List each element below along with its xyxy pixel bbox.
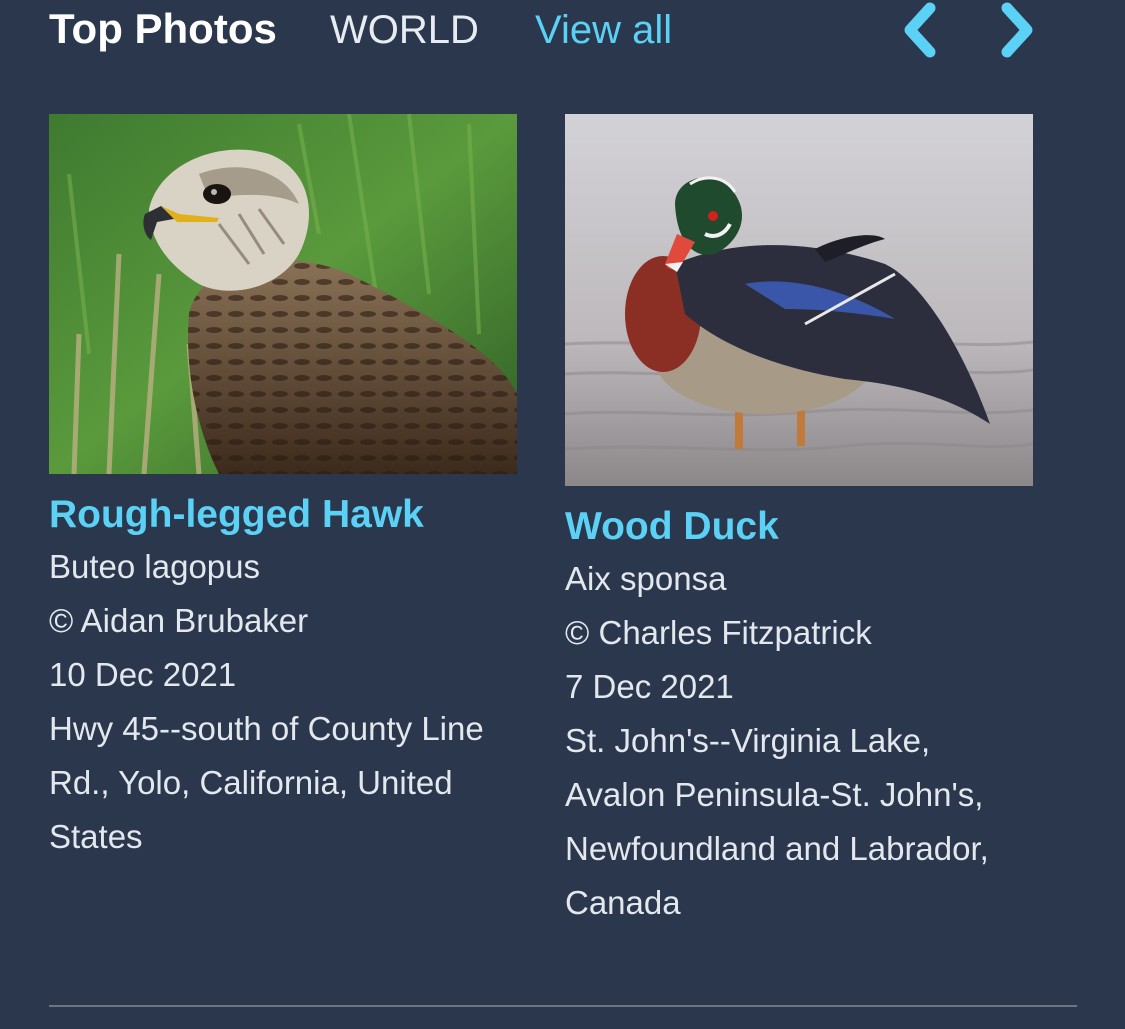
photo-location: Hwy 45--south of County Line Rd., Yolo, … — [49, 710, 484, 855]
previous-button[interactable] — [892, 0, 952, 60]
photo-location: St. John's--Virginia Lake, Avalon Penins… — [565, 722, 989, 921]
photo-date: 7 Dec 2021 — [565, 668, 734, 705]
photo-card: Rough-legged Hawk Buteo lagopus © Aidan … — [49, 114, 519, 864]
photo-date: 10 Dec 2021 — [49, 656, 237, 693]
top-photos-header: Top Photos WORLD View all — [0, 0, 1125, 60]
scientific-name: Aix sponsa — [565, 560, 727, 597]
photo-card: Wood Duck Aix sponsa © Charles Fitzpatri… — [565, 114, 1035, 930]
chevron-left-icon — [904, 2, 936, 58]
hawk-photo-image — [49, 114, 517, 474]
scientific-name: Buteo lagopus — [49, 548, 261, 585]
section-divider — [49, 1005, 1077, 1007]
chevron-right-icon — [1001, 2, 1033, 58]
next-button[interactable] — [985, 0, 1045, 60]
species-name-link[interactable]: Rough-legged Hawk — [49, 490, 519, 540]
hawk-photo[interactable] — [49, 114, 517, 474]
duck-photo-image — [565, 114, 1033, 486]
region-label: WORLD — [330, 8, 479, 52]
species-name-link[interactable]: Wood Duck — [565, 502, 1035, 552]
photo-credit: © Charles Fitzpatrick — [565, 614, 872, 651]
duck-photo[interactable] — [565, 114, 1033, 486]
section-title: Top Photos — [49, 5, 277, 52]
photo-credit: © Aidan Brubaker — [49, 602, 309, 639]
view-all-link[interactable]: View all — [535, 6, 672, 54]
